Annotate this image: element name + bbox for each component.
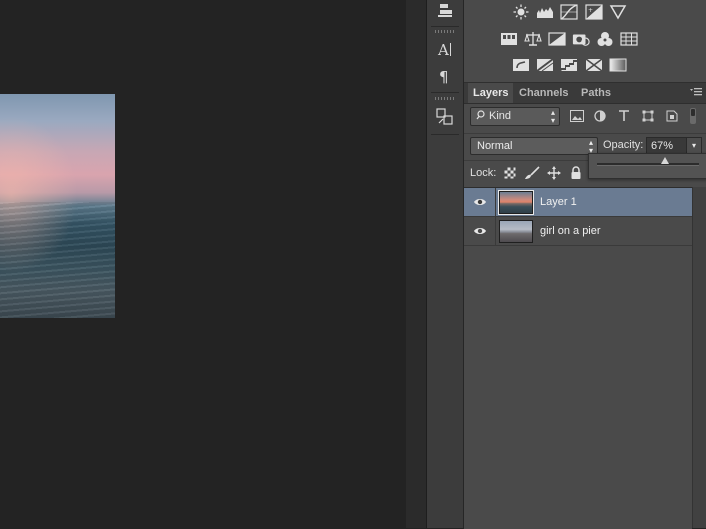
layer-name: girl on a pier [540, 225, 601, 237]
blend-mode-select[interactable]: Normal ▴ ▾ [470, 137, 598, 155]
document-canvas[interactable] [0, 0, 406, 528]
curves-icon[interactable] [560, 4, 578, 20]
layer-row[interactable]: girl on a pier [464, 217, 692, 246]
adjustments-panel: + [464, 0, 706, 83]
lock-pixels-brush-icon[interactable] [524, 165, 540, 181]
color-balance-icon[interactable] [524, 31, 542, 47]
filter-kind-label: Kind [489, 110, 512, 122]
tab-channels[interactable]: Channels [514, 83, 574, 103]
opacity-slider-thumb[interactable] [661, 157, 670, 164]
lock-all-icon[interactable] [568, 165, 584, 181]
tab-layers[interactable]: Layers [468, 83, 514, 103]
hue-sat-icon[interactable] [500, 31, 518, 47]
opacity-slider-popup[interactable] [588, 153, 706, 179]
levels-icon[interactable] [536, 4, 554, 20]
panel-menu-icon[interactable] [690, 88, 702, 98]
gradient-map-icon[interactable] [609, 57, 627, 73]
tool-separator [431, 26, 459, 27]
exposure-icon[interactable]: + [585, 4, 603, 20]
svg-text:+: + [588, 7, 593, 14]
visibility-column-divider [495, 188, 496, 216]
posterize-icon[interactable] [536, 57, 554, 73]
layer-row[interactable]: Layer 1 [464, 188, 692, 217]
opacity-slider-track[interactable] [597, 157, 699, 166]
tab-paths[interactable]: Paths [576, 83, 616, 103]
panel-grip[interactable] [435, 30, 455, 33]
invert-icon[interactable] [512, 57, 530, 73]
updown-arrows-icon: ▴ ▾ [550, 108, 555, 125]
photo-filter-icon[interactable] [572, 31, 590, 47]
channel-mixer-icon[interactable] [596, 31, 614, 47]
lock-label: Lock: [470, 167, 497, 179]
eye-icon[interactable] [471, 223, 489, 239]
canvas-image[interactable] [0, 94, 115, 318]
lock-transparent-icon[interactable] [502, 165, 518, 181]
vibrance-icon[interactable] [609, 4, 627, 20]
filter-kind-select[interactable]: Kind ▴ ▾ [470, 107, 560, 126]
opacity-value: 67% [651, 140, 674, 152]
selective-color-icon[interactable] [585, 57, 603, 73]
search-icon [476, 108, 486, 130]
layer-filter-row: Kind ▴ ▾ [464, 104, 706, 128]
tool-separator [431, 92, 459, 93]
dropdown-arrow-icon[interactable]: ▾ [686, 138, 701, 154]
threshold-icon[interactable] [560, 57, 578, 73]
svg-text:¶: ¶ [439, 68, 449, 85]
glyphs-icon[interactable] [433, 106, 457, 128]
layers-panel-tabs: Layers Channels Paths [464, 83, 706, 104]
right-panel-dock: + Layers Channels Paths Kind ▴ ▾ Normal … [464, 0, 706, 529]
align-icon[interactable] [433, 0, 457, 22]
color-lookup-icon[interactable] [620, 31, 638, 47]
layers-scrollbar[interactable] [692, 187, 706, 528]
blend-mode-value: Normal [477, 140, 513, 152]
filter-smart-object-icon[interactable] [664, 108, 680, 124]
tool-separator [431, 134, 459, 135]
collapsed-panels-column: A ¶ [427, 0, 464, 528]
panel-grip[interactable] [435, 97, 455, 100]
filter-shape-icon[interactable] [640, 108, 656, 124]
layer-thumbnail [499, 220, 533, 243]
opacity-label: Opacity: [603, 139, 644, 151]
filter-type-icon[interactable] [616, 108, 632, 124]
layer-thumbnail [498, 190, 534, 215]
character-icon[interactable]: A [433, 38, 457, 60]
black-white-icon[interactable] [548, 31, 566, 47]
filter-adjustment-icon[interactable] [592, 108, 608, 124]
filter-pixel-icon[interactable] [569, 108, 585, 124]
brightness-icon[interactable] [512, 4, 530, 20]
layers-list: Layer 1 girl on a pier [464, 187, 692, 529]
layer-name: Layer 1 [540, 196, 577, 208]
visibility-column-divider [495, 217, 496, 245]
eye-icon[interactable] [471, 194, 489, 210]
paragraph-icon[interactable]: ¶ [433, 65, 457, 87]
panel-gutter [406, 0, 427, 528]
lock-position-move-icon[interactable] [546, 165, 562, 181]
filter-toggle-icon[interactable] [688, 108, 698, 124]
svg-text:A: A [437, 41, 449, 58]
